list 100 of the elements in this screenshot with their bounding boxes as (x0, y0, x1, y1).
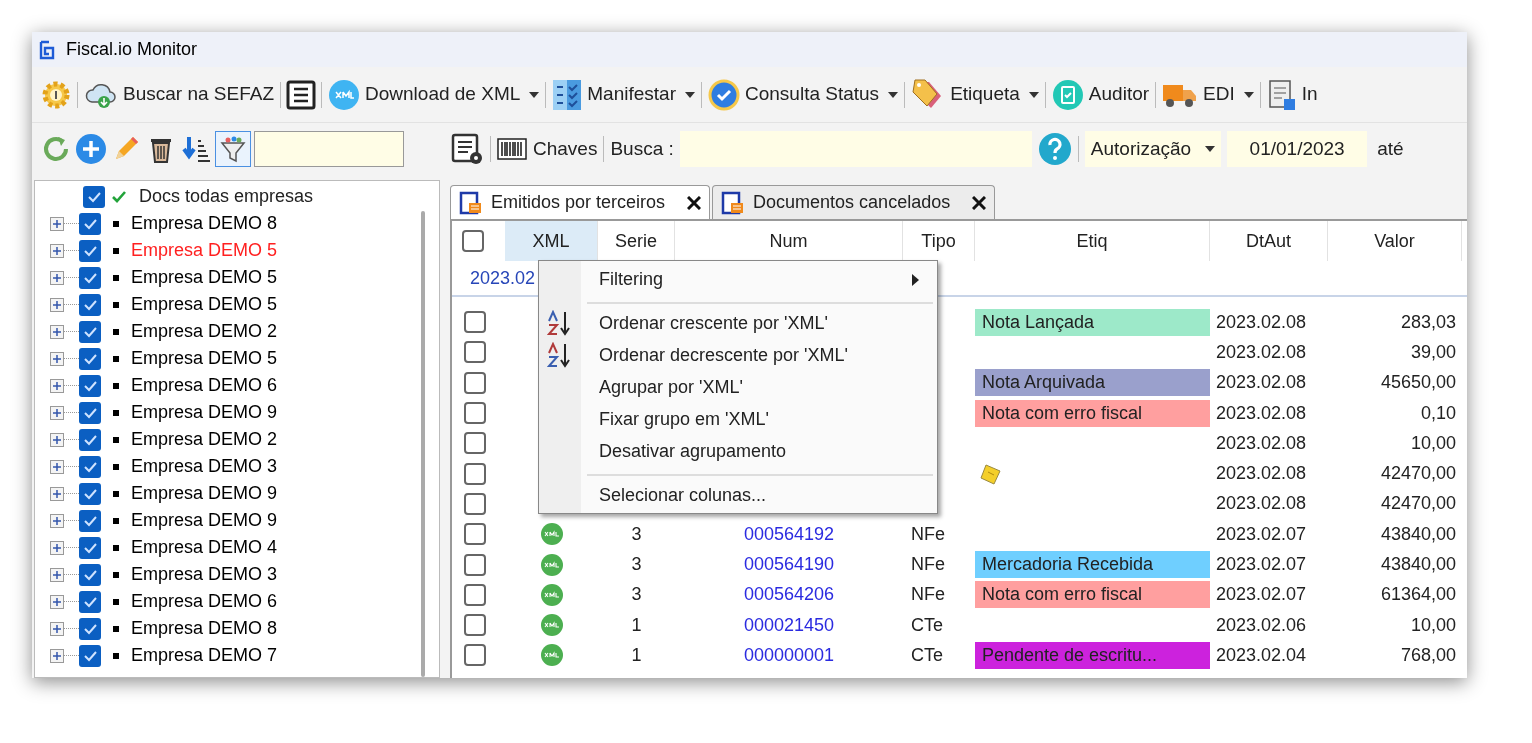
checkbox[interactable] (79, 563, 101, 586)
menu-item[interactable]: Filtering (539, 263, 937, 295)
checkbox[interactable] (464, 492, 486, 515)
tree-item[interactable]: Empresa DEMO 5 (131, 291, 278, 318)
checkbox[interactable] (464, 402, 486, 425)
tree-item[interactable]: Empresa DEMO 8 (131, 615, 278, 642)
xml-icon[interactable] (539, 582, 564, 607)
expand-icon[interactable] (50, 216, 64, 231)
help-icon[interactable] (1037, 132, 1072, 166)
checkbox[interactable] (464, 644, 486, 667)
tab[interactable]: Documentos cancelados (712, 185, 996, 219)
list-icon[interactable] (286, 79, 316, 110)
column-header[interactable]: XML (505, 221, 598, 261)
toolbar-button[interactable]: Etiqueta (910, 74, 1040, 115)
document-link[interactable]: 000021450 (743, 614, 835, 635)
tree-item[interactable]: Empresa DEMO 6 (131, 372, 278, 399)
tree-item[interactable]: Empresa DEMO 2 (131, 318, 278, 345)
checkbox[interactable] (79, 644, 101, 667)
date-field[interactable]: 01/01/2023 (1227, 131, 1368, 167)
checkbox[interactable] (464, 583, 486, 606)
checkbox[interactable] (79, 428, 101, 451)
tree-item[interactable]: Empresa DEMO 4 (131, 534, 278, 561)
expand-icon[interactable] (50, 243, 64, 258)
expand-icon[interactable] (50, 540, 64, 555)
close-icon[interactable] (972, 195, 987, 210)
toolbar-button[interactable]: Auditor (1050, 74, 1151, 115)
checkbox[interactable] (464, 462, 486, 485)
tab[interactable]: Emitidos por terceiros (450, 185, 711, 219)
document-link[interactable]: 000564192 (743, 523, 835, 544)
tree-item[interactable]: Empresa DEMO 3 (131, 453, 278, 480)
checkbox[interactable] (462, 230, 484, 252)
expand-icon[interactable] (50, 459, 64, 474)
expand-icon[interactable] (50, 621, 64, 636)
menu-item[interactable]: Ordenar decrescente por 'XML' (539, 339, 937, 371)
expand-icon[interactable] (50, 405, 64, 420)
checkbox[interactable] (79, 239, 101, 262)
checkbox[interactable] (464, 311, 486, 334)
checkbox[interactable] (79, 266, 101, 289)
tree-item[interactable]: Empresa DEMO 8 (131, 210, 278, 237)
tree-item[interactable]: Empresa DEMO 9 (131, 399, 278, 426)
tree-item[interactable]: Empresa DEMO 9 (131, 507, 278, 534)
checkbox[interactable] (79, 509, 101, 532)
checkbox[interactable] (79, 401, 101, 424)
tree-item[interactable]: Empresa DEMO 3 (131, 561, 278, 588)
toolbar-button[interactable]: In (1265, 74, 1319, 115)
tree-item[interactable]: Empresa DEMO 9 (131, 480, 278, 507)
checkbox[interactable] (464, 614, 486, 637)
checkbox[interactable] (79, 482, 101, 505)
tree-item[interactable]: Empresa DEMO 7 (131, 642, 278, 669)
xml-icon[interactable] (539, 643, 564, 668)
document-link[interactable]: 000000001 (743, 644, 835, 665)
list-view-icon[interactable] (450, 132, 484, 166)
xml-icon[interactable] (539, 613, 564, 638)
document-link[interactable]: 000564206 (743, 584, 835, 605)
toolbar-button[interactable]: Download de XML (327, 74, 541, 115)
checkbox[interactable] (464, 341, 486, 364)
group-row[interactable]: 2023.02 (470, 264, 536, 292)
checkbox[interactable] (79, 455, 101, 478)
toolbar-button[interactable]: Manifestar (551, 74, 696, 115)
checkbox[interactable] (464, 371, 486, 394)
search-field[interactable] (254, 131, 404, 167)
xml-icon[interactable] (539, 552, 564, 577)
expand-icon[interactable] (50, 432, 64, 447)
document-link[interactable]: 000564190 (743, 554, 835, 574)
checkbox[interactable] (79, 374, 101, 397)
checkbox[interactable] (83, 185, 105, 208)
checkbox[interactable] (79, 212, 101, 235)
checkbox[interactable] (464, 523, 486, 546)
xml-icon[interactable] (539, 522, 564, 547)
tree-item[interactable]: Empresa DEMO 5 (131, 264, 278, 291)
expand-icon[interactable] (50, 513, 64, 528)
expand-icon[interactable] (50, 297, 64, 312)
checkbox[interactable] (464, 553, 486, 576)
expand-icon[interactable] (50, 567, 64, 582)
date-type-dropdown[interactable]: Autorização (1084, 131, 1222, 167)
tree-item[interactable]: Empresa DEMO 6 (131, 588, 278, 615)
close-icon[interactable] (687, 195, 702, 210)
keys-button[interactable]: Chaves (497, 134, 598, 164)
menu-item[interactable]: Desativar agrupamento (539, 435, 937, 467)
toolbar-button[interactable]: Buscar na SEFAZ (83, 74, 275, 115)
checkbox[interactable] (79, 536, 101, 559)
menu-item[interactable]: Selecionar colunas... (539, 479, 937, 511)
menu-item[interactable]: Fixar grupo em 'XML' (539, 403, 937, 435)
expand-icon[interactable] (50, 270, 64, 285)
expand-icon[interactable] (50, 324, 64, 339)
add-icon[interactable] (75, 133, 107, 165)
expand-icon[interactable] (50, 351, 64, 366)
checkbox[interactable] (79, 293, 101, 316)
toolbar-button[interactable]: EDI (1161, 74, 1255, 115)
checkbox[interactable] (79, 320, 101, 343)
checkbox[interactable] (464, 432, 486, 455)
expand-icon[interactable] (50, 486, 64, 501)
tree-item[interactable]: Docs todas empresas (139, 183, 314, 210)
checkbox[interactable] (79, 590, 101, 613)
tree-item[interactable]: Empresa DEMO 5 (131, 345, 278, 372)
tree-item[interactable]: Empresa DEMO 5 (131, 237, 278, 264)
menu-item[interactable]: Agrupar por 'XML' (539, 371, 937, 403)
checkbox[interactable] (79, 617, 101, 640)
toolbar-button[interactable]: Consulta Status (707, 74, 900, 115)
menu-item[interactable]: Ordenar crescente por 'XML' (539, 307, 937, 339)
